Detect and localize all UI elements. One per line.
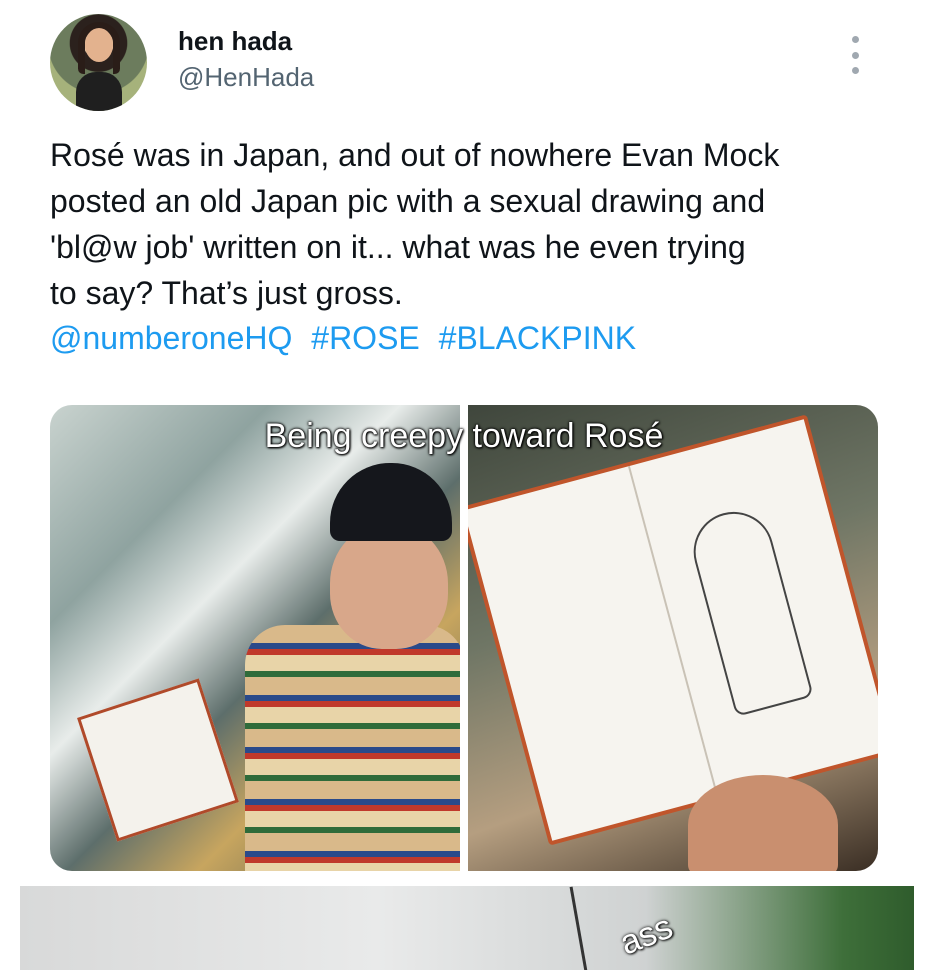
photo-person-hat	[330, 463, 452, 541]
photo-notebook	[77, 678, 239, 842]
second-media-preview[interactable]: ass	[20, 886, 914, 970]
avatar-shirt	[76, 72, 122, 111]
media-photo-right[interactable]	[468, 405, 878, 871]
tweet-body: Rosé was in Japan, and out of nowhere Ev…	[50, 132, 890, 316]
mention-link[interactable]: @numberoneHQ	[50, 320, 292, 356]
tweet-media[interactable]: Being creepy toward Rosé	[50, 405, 878, 871]
user-display-name[interactable]: hen hada	[178, 26, 292, 57]
media-photo-left[interactable]	[50, 405, 460, 871]
tweet-text-line: posted an old Japan pic with a sexual dr…	[50, 183, 766, 219]
dot	[851, 36, 859, 43]
notebook-spine	[627, 465, 719, 797]
notebook-doodle	[684, 502, 814, 717]
avatar-face	[85, 28, 113, 62]
photo-pole	[569, 886, 594, 970]
tweet-text-line: to say? That’s just gross.	[50, 275, 403, 311]
dot	[851, 67, 859, 74]
hashtag-rose[interactable]: #ROSE	[311, 320, 419, 356]
media-caption-2: ass	[614, 907, 678, 963]
tweet-text-line: 'bl@w job' written on it... what was he …	[50, 229, 746, 265]
hashtag-blackpink[interactable]: #BLACKPINK	[439, 320, 636, 356]
tweet-header: hen hada @HenHada	[50, 14, 890, 114]
avatar[interactable]	[50, 14, 147, 111]
photo-notebook-closeup	[468, 414, 878, 846]
tweet-tags: @numberoneHQ #ROSE #BLACKPINK	[50, 318, 636, 358]
dot	[851, 51, 859, 59]
photo-hand	[688, 775, 838, 871]
user-handle[interactable]: @HenHada	[178, 62, 314, 93]
photo-person-body	[245, 625, 460, 871]
photo-person-face	[330, 523, 448, 649]
media-caption: Being creepy toward Rosé	[264, 417, 664, 455]
more-options-icon[interactable]	[850, 36, 860, 74]
tweet-text-line: Rosé was in Japan, and out of nowhere Ev…	[50, 137, 780, 173]
